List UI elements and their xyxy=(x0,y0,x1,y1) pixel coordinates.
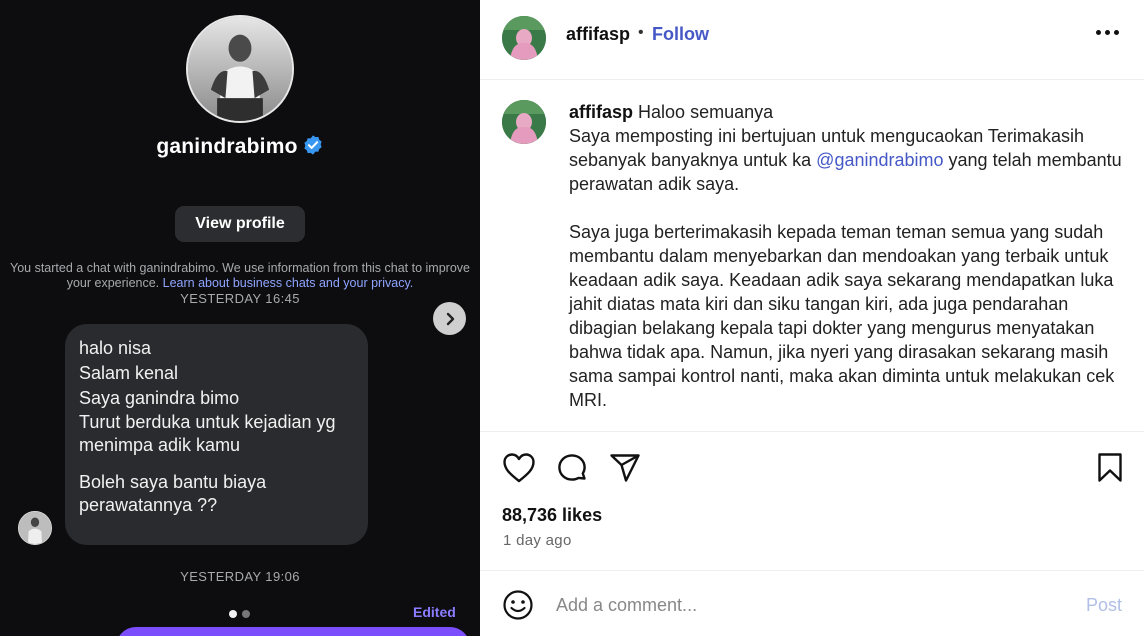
comment-input[interactable]: Add a comment... xyxy=(556,595,697,616)
more-dot xyxy=(1114,30,1119,35)
sender-avatar[interactable] xyxy=(18,511,52,545)
message-line: menimpa adik kamu xyxy=(79,435,241,455)
more-dot xyxy=(1105,30,1110,35)
poster-photo xyxy=(502,16,546,60)
profile-username: ganindrabimo xyxy=(156,135,298,158)
emoji-icon[interactable] xyxy=(502,589,534,621)
separator-dot: • xyxy=(638,24,644,41)
post-time[interactable]: 1 day ago xyxy=(503,532,572,549)
view-profile-button[interactable]: View profile xyxy=(175,206,305,242)
mention-link[interactable]: @ganindrabimo xyxy=(816,150,943,170)
timestamp: YESTERDAY 19:06 xyxy=(180,569,300,584)
share-icon[interactable] xyxy=(609,453,641,483)
caption-username[interactable]: affifasp xyxy=(569,102,633,122)
message-line: Saya ganindra bimo xyxy=(79,388,240,408)
post-comment-button[interactable]: Post xyxy=(1086,595,1122,616)
message-line: perawatannya ?? xyxy=(79,495,218,515)
follow-button[interactable]: Follow xyxy=(652,24,709,45)
page-dot-active[interactable] xyxy=(229,610,237,618)
message-line: Salam kenal xyxy=(79,363,179,383)
timestamp: YESTERDAY 16:45 xyxy=(180,291,300,306)
caption-paragraph-1: Saya memposting ini bertujuan untuk meng… xyxy=(569,124,1129,196)
pagination-dots xyxy=(229,610,250,618)
post-header: affifasp • Follow xyxy=(480,0,1144,80)
more-dot xyxy=(1096,30,1101,35)
post-caption: affifasp Haloo semuanya Saya memposting … xyxy=(569,100,1129,412)
caption-first-line: affifasp Haloo semuanya xyxy=(569,100,1129,124)
message-line: halo nisa xyxy=(79,338,152,358)
message-line: Turut berduka untuk kejadian yg xyxy=(79,412,336,432)
sent-message-bubble[interactable] xyxy=(116,627,470,636)
next-arrow-button[interactable] xyxy=(433,302,466,335)
profile-name: ganindrabimo xyxy=(0,134,480,159)
chat-panel: ganindrabimo View profile You started a … xyxy=(0,0,480,636)
poster-username[interactable]: affifasp xyxy=(566,24,630,45)
more-horizontal-icon[interactable] xyxy=(1096,30,1119,35)
caption-photo xyxy=(502,100,546,144)
verified-badge-icon xyxy=(304,135,322,155)
profile-photo xyxy=(188,17,292,121)
caption-avatar[interactable] xyxy=(502,100,546,144)
edited-label: Edited xyxy=(413,604,456,620)
caption-greeting: Haloo semuanya xyxy=(638,102,774,122)
poster-avatar[interactable] xyxy=(502,16,546,60)
chat-info-notice: You started a chat with ganindrabimo. We… xyxy=(8,261,472,291)
page-dot[interactable] xyxy=(242,610,250,618)
sender-photo xyxy=(19,512,51,544)
post-panel: affifasp • Follow affifasp Haloo semuany… xyxy=(480,0,1144,636)
privacy-link[interactable]: Learn about business chats and your priv… xyxy=(163,276,414,290)
chevron-right-icon xyxy=(446,312,454,325)
likes-count[interactable]: 88,736 likes xyxy=(502,505,602,526)
bookmark-icon[interactable] xyxy=(1097,452,1123,483)
caption-paragraph-2: Saya juga berterimakasih kepada teman te… xyxy=(569,222,1115,410)
heart-icon[interactable] xyxy=(502,452,536,484)
comment-bar: Add a comment... Post xyxy=(480,570,1144,636)
message-spacer xyxy=(79,457,354,471)
profile-avatar[interactable] xyxy=(186,15,294,123)
comment-icon[interactable] xyxy=(556,452,588,484)
post-actions xyxy=(480,431,1144,571)
message-line: Boleh saya bantu biaya xyxy=(79,472,267,492)
message-bubble[interactable]: halo nisa Salam kenal Saya ganindra bimo… xyxy=(65,324,368,545)
